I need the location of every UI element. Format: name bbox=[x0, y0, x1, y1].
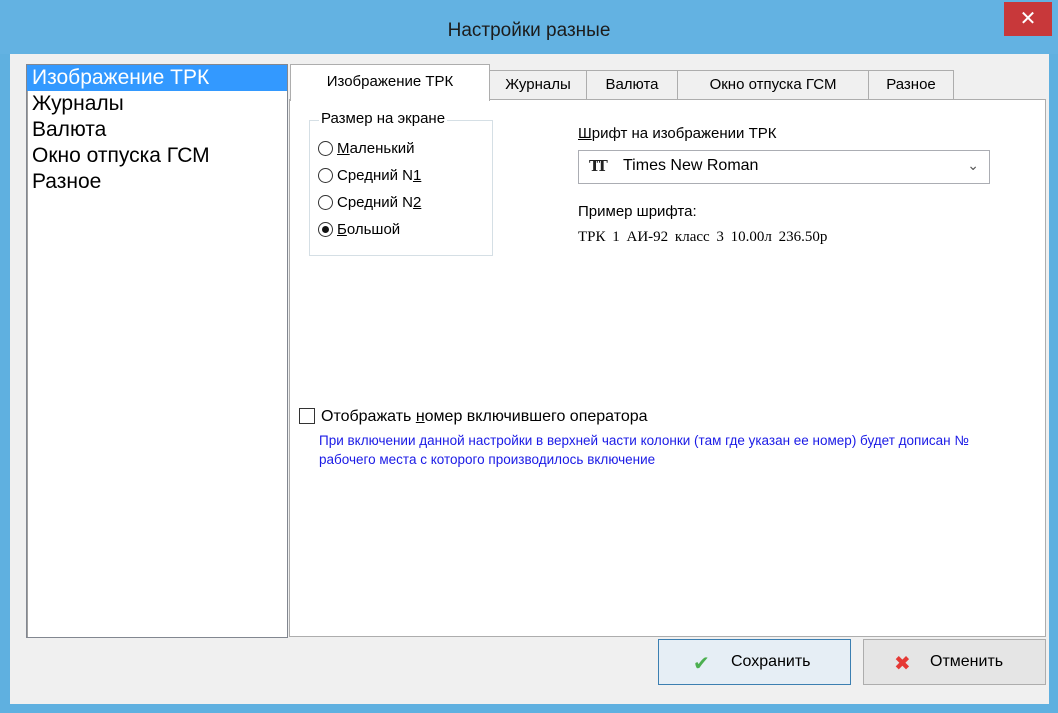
checkmark-icon: ✔ bbox=[693, 653, 710, 675]
show-operator-number-checkbox[interactable]: Отображать номер включившего оператора bbox=[299, 407, 648, 426]
tab-currency[interactable]: Валюта bbox=[586, 70, 678, 100]
cancel-button[interactable]: ✖ Отменить bbox=[863, 639, 1046, 685]
checkbox-icon[interactable] bbox=[299, 407, 315, 424]
save-button-label: Сохранить bbox=[731, 653, 811, 670]
radio-small-label: Маленький bbox=[337, 140, 415, 157]
font-label: Шрифт на изображении ТРК bbox=[578, 125, 777, 142]
sidebar-item-journals[interactable]: Журналы bbox=[27, 91, 287, 117]
radio-medium-2[interactable]: Средний N2 bbox=[318, 191, 421, 215]
screen-size-group-title: Размер на экране bbox=[319, 110, 448, 127]
tab-panel-trk-display: Размер на экране Маленький Средний N1 Ср… bbox=[289, 99, 1046, 637]
radio-large-label: Большой bbox=[337, 221, 401, 238]
cancel-button-label: Отменить bbox=[930, 653, 1004, 670]
sidebar-item-fuel-dispense-window[interactable]: Окно отпуска ГСМ bbox=[27, 143, 287, 169]
close-icon: ✕ bbox=[1019, 8, 1037, 30]
sidebar-item-trk-display[interactable]: Изображение ТРК bbox=[27, 65, 287, 91]
radio-button-icon[interactable] bbox=[318, 194, 333, 210]
truetype-font-icon: TT bbox=[589, 157, 608, 175]
window-title: Настройки разные bbox=[447, 20, 611, 41]
radio-medium-2-label: Средний N2 bbox=[337, 194, 422, 211]
font-select[interactable]: TT Times New Roman ⌄ bbox=[578, 150, 990, 184]
close-button[interactable]: ✕ bbox=[1004, 2, 1052, 36]
font-sample-label: Пример шрифта: bbox=[578, 203, 697, 220]
cross-icon: ✖ bbox=[894, 653, 911, 675]
radio-large[interactable]: Большой bbox=[318, 218, 400, 242]
settings-window: Настройки разные ✕ Изображение ТРК Журна… bbox=[0, 0, 1058, 713]
tab-journals[interactable]: Журналы bbox=[489, 70, 587, 100]
operator-number-hint: При включении данной настройки в верхней… bbox=[319, 433, 969, 467]
tab-trk-display[interactable]: Изображение ТРК bbox=[290, 64, 490, 101]
tab-misc[interactable]: Разное bbox=[868, 70, 954, 100]
tab-fuel-dispense-window[interactable]: Окно отпуска ГСМ bbox=[677, 70, 869, 100]
sidebar-item-currency[interactable]: Валюта bbox=[27, 117, 287, 143]
font-sample-text: ТРК 1 АИ-92 класс 3 10.00л 236.50р bbox=[578, 229, 828, 245]
title-bar[interactable]: Настройки разные ✕ bbox=[0, 0, 1058, 54]
save-button[interactable]: ✔ Сохранить bbox=[658, 639, 851, 685]
radio-medium-1-label: Средний N1 bbox=[337, 167, 422, 184]
radio-medium-1[interactable]: Средний N1 bbox=[318, 164, 421, 188]
dialog-body: Изображение ТРК Журналы Валюта Окно отпу… bbox=[10, 54, 1049, 704]
settings-category-list[interactable]: Изображение ТРК Журналы Валюта Окно отпу… bbox=[26, 64, 288, 638]
chevron-down-icon[interactable]: ⌄ bbox=[967, 157, 979, 174]
radio-button-icon[interactable] bbox=[318, 140, 333, 156]
screen-size-group: Размер на экране Маленький Средний N1 Ср… bbox=[309, 110, 493, 256]
radio-button-icon[interactable] bbox=[318, 167, 333, 183]
radio-small[interactable]: Маленький bbox=[318, 137, 415, 161]
font-select-value: Times New Roman bbox=[623, 157, 759, 174]
show-operator-number-label: Отображать номер включившего оператора bbox=[321, 408, 648, 425]
sidebar-item-misc[interactable]: Разное bbox=[27, 169, 287, 195]
radio-button-checked-icon[interactable] bbox=[318, 221, 333, 237]
